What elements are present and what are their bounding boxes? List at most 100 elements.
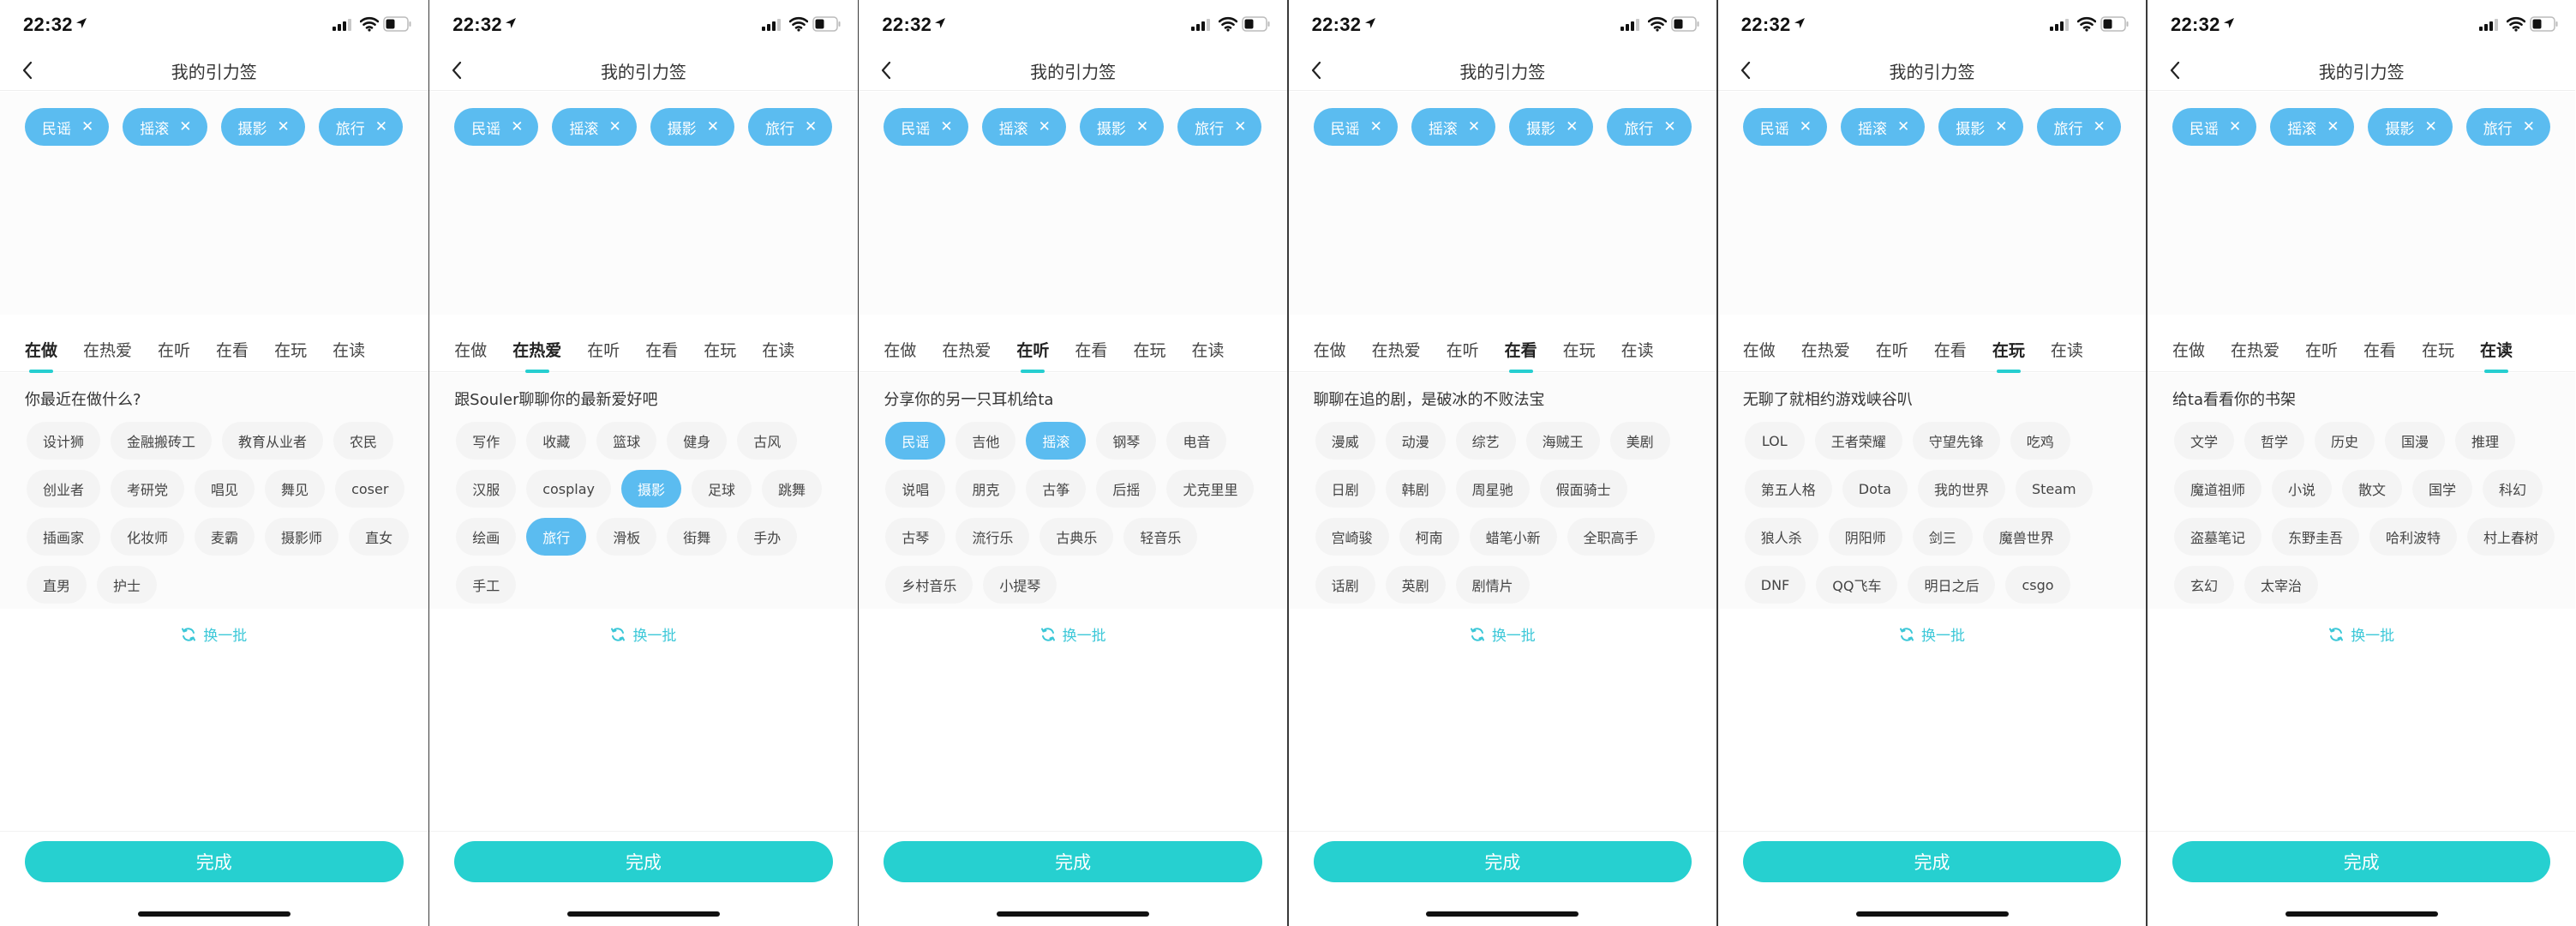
tag-chip[interactable]: 舞见 bbox=[265, 470, 326, 508]
selected-tag-chip[interactable]: 民谣 ✕ bbox=[1742, 108, 1827, 146]
selected-tag-chip[interactable]: 摄影 ✕ bbox=[220, 108, 305, 146]
selected-tag-chip[interactable]: 摇滚 ✕ bbox=[1841, 108, 1926, 146]
done-button[interactable]: 完成 bbox=[884, 841, 1262, 882]
tag-chip[interactable]: Steam bbox=[2015, 470, 2093, 508]
tag-chip[interactable]: 说唱 bbox=[885, 470, 946, 508]
done-button[interactable]: 完成 bbox=[2172, 841, 2551, 882]
selected-tag-chip[interactable]: 民谣 ✕ bbox=[1313, 108, 1398, 146]
tag-chip[interactable]: 朋克 bbox=[956, 470, 1016, 508]
tag-chip[interactable]: 美剧 bbox=[1609, 422, 1670, 460]
tag-chip[interactable]: 历史 bbox=[2314, 422, 2375, 460]
refresh-batch-button[interactable]: 换一批 bbox=[1718, 623, 2147, 645]
tag-chip[interactable]: 推理 bbox=[2455, 422, 2516, 460]
tag-chip[interactable]: 篮球 bbox=[596, 422, 657, 460]
remove-tag-icon[interactable]: ✕ bbox=[1897, 118, 1909, 135]
tag-chip-selected[interactable]: 摄影 bbox=[621, 470, 682, 508]
tag-chip[interactable]: 街舞 bbox=[667, 518, 728, 556]
tab-0-active[interactable]: 在做 bbox=[25, 338, 57, 373]
tag-chip[interactable]: 写作 bbox=[456, 422, 517, 460]
tab-3[interactable]: 在看 bbox=[645, 338, 678, 373]
tab-1[interactable]: 在热爱 bbox=[1372, 338, 1421, 373]
refresh-batch-button[interactable]: 换一批 bbox=[1289, 623, 1717, 645]
tag-chip[interactable]: 农民 bbox=[333, 422, 394, 460]
done-button[interactable]: 完成 bbox=[1742, 841, 2122, 882]
tag-chip[interactable]: 摄影师 bbox=[265, 518, 339, 556]
tab-4[interactable]: 在玩 bbox=[1563, 338, 1596, 373]
remove-tag-icon[interactable]: ✕ bbox=[2094, 118, 2106, 135]
tag-chip[interactable]: 古琴 bbox=[885, 518, 946, 556]
tag-chip[interactable]: 健身 bbox=[667, 422, 728, 460]
tag-chip[interactable]: csgo bbox=[2005, 566, 2070, 604]
tag-chip[interactable]: LOL bbox=[1744, 422, 1805, 460]
remove-tag-icon[interactable]: ✕ bbox=[805, 118, 817, 135]
tab-5[interactable]: 在读 bbox=[1191, 338, 1224, 373]
selected-tag-chip[interactable]: 摇滚 ✕ bbox=[1411, 108, 1496, 146]
remove-tag-icon[interactable]: ✕ bbox=[1566, 118, 1578, 135]
done-button[interactable]: 完成 bbox=[25, 841, 404, 882]
remove-tag-icon[interactable]: ✕ bbox=[608, 118, 620, 135]
tag-chip[interactable]: 古风 bbox=[737, 422, 798, 460]
tag-chip[interactable]: 唱见 bbox=[195, 470, 255, 508]
tag-chip[interactable]: 尤克里里 bbox=[1166, 470, 1255, 508]
selected-tag-chip[interactable]: 旅行 ✕ bbox=[318, 108, 403, 146]
tag-chip[interactable]: 古筝 bbox=[1026, 470, 1087, 508]
tab-0[interactable]: 在做 bbox=[1743, 338, 1776, 373]
tab-1-active[interactable]: 在热爱 bbox=[512, 338, 561, 373]
tag-chip[interactable]: 周星驰 bbox=[1455, 470, 1530, 508]
selected-tag-chip[interactable]: 民谣 ✕ bbox=[25, 108, 110, 146]
tab-4[interactable]: 在玩 bbox=[704, 338, 736, 373]
tag-chip[interactable]: 东野圭吾 bbox=[2271, 518, 2359, 556]
tab-2[interactable]: 在听 bbox=[587, 338, 620, 373]
tag-chip[interactable]: 吃鸡 bbox=[2010, 422, 2070, 460]
tab-3[interactable]: 在看 bbox=[216, 338, 249, 373]
tag-chip[interactable]: 第五人格 bbox=[1744, 470, 1832, 508]
tag-chip[interactable]: 剧情片 bbox=[1455, 566, 1530, 604]
tag-chip[interactable]: 太宰治 bbox=[2244, 566, 2318, 604]
remove-tag-icon[interactable]: ✕ bbox=[1995, 118, 2007, 135]
tag-chip-selected[interactable]: 旅行 bbox=[526, 518, 587, 556]
tab-2[interactable]: 在听 bbox=[1447, 338, 1479, 373]
tag-chip[interactable]: 流行乐 bbox=[956, 518, 1030, 556]
selected-tag-chip[interactable]: 摄影 ✕ bbox=[1509, 108, 1594, 146]
tag-chip[interactable]: 魔兽世界 bbox=[1982, 518, 2070, 556]
tag-chip[interactable]: 哈利波特 bbox=[2369, 518, 2457, 556]
selected-tag-chip[interactable]: 民谣 ✕ bbox=[884, 108, 968, 146]
tag-chip[interactable]: Dota bbox=[1842, 470, 1908, 508]
remove-tag-icon[interactable]: ✕ bbox=[2424, 118, 2436, 135]
tag-chip[interactable]: 蜡笔小新 bbox=[1469, 518, 1557, 556]
tag-chip[interactable]: 日剧 bbox=[1315, 470, 1375, 508]
tab-5[interactable]: 在读 bbox=[2051, 338, 2083, 373]
tab-2[interactable]: 在听 bbox=[1876, 338, 1908, 373]
remove-tag-icon[interactable]: ✕ bbox=[1468, 118, 1480, 135]
remove-tag-icon[interactable]: ✕ bbox=[2229, 118, 2241, 135]
tag-chip[interactable]: 直女 bbox=[349, 518, 410, 556]
tab-3[interactable]: 在看 bbox=[1934, 338, 1967, 373]
selected-tag-chip[interactable]: 摄影 ✕ bbox=[1079, 108, 1165, 146]
tab-3[interactable]: 在看 bbox=[2363, 338, 2396, 373]
done-button[interactable]: 完成 bbox=[1313, 841, 1692, 882]
tag-chip[interactable]: 盗墓笔记 bbox=[2173, 518, 2261, 556]
tag-chip[interactable]: 漫威 bbox=[1315, 422, 1375, 460]
tag-chip[interactable]: 动漫 bbox=[1385, 422, 1446, 460]
refresh-batch-button[interactable]: 换一批 bbox=[429, 623, 858, 645]
selected-tag-chip[interactable]: 摄影 ✕ bbox=[1938, 108, 2023, 146]
tag-chip[interactable]: 守望先锋 bbox=[1912, 422, 2000, 460]
tag-chip[interactable]: 设计狮 bbox=[27, 422, 101, 460]
tag-chip[interactable]: 考研党 bbox=[111, 470, 185, 508]
tag-chip-selected[interactable]: 摇滚 bbox=[1026, 422, 1087, 460]
tag-chip[interactable]: 插画家 bbox=[27, 518, 101, 556]
tag-chip[interactable]: 吉他 bbox=[956, 422, 1016, 460]
tag-chip[interactable]: 韩剧 bbox=[1385, 470, 1446, 508]
tag-chip[interactable]: 麦霸 bbox=[195, 518, 255, 556]
tab-3[interactable]: 在看 bbox=[1075, 338, 1107, 373]
refresh-batch-button[interactable]: 换一批 bbox=[859, 623, 1287, 645]
tag-chip[interactable]: 绘画 bbox=[456, 518, 517, 556]
tag-chip[interactable]: DNF bbox=[1744, 566, 1806, 604]
tag-chip[interactable]: 全职高手 bbox=[1567, 518, 1655, 556]
tab-0[interactable]: 在做 bbox=[2172, 338, 2205, 373]
tag-chip[interactable]: 古典乐 bbox=[1039, 518, 1114, 556]
tag-chip[interactable]: 王者荣耀 bbox=[1814, 422, 1902, 460]
remove-tag-icon[interactable]: ✕ bbox=[375, 118, 387, 135]
tag-chip[interactable]: QQ飞车 bbox=[1816, 566, 1898, 604]
refresh-batch-button[interactable]: 换一批 bbox=[0, 623, 428, 645]
